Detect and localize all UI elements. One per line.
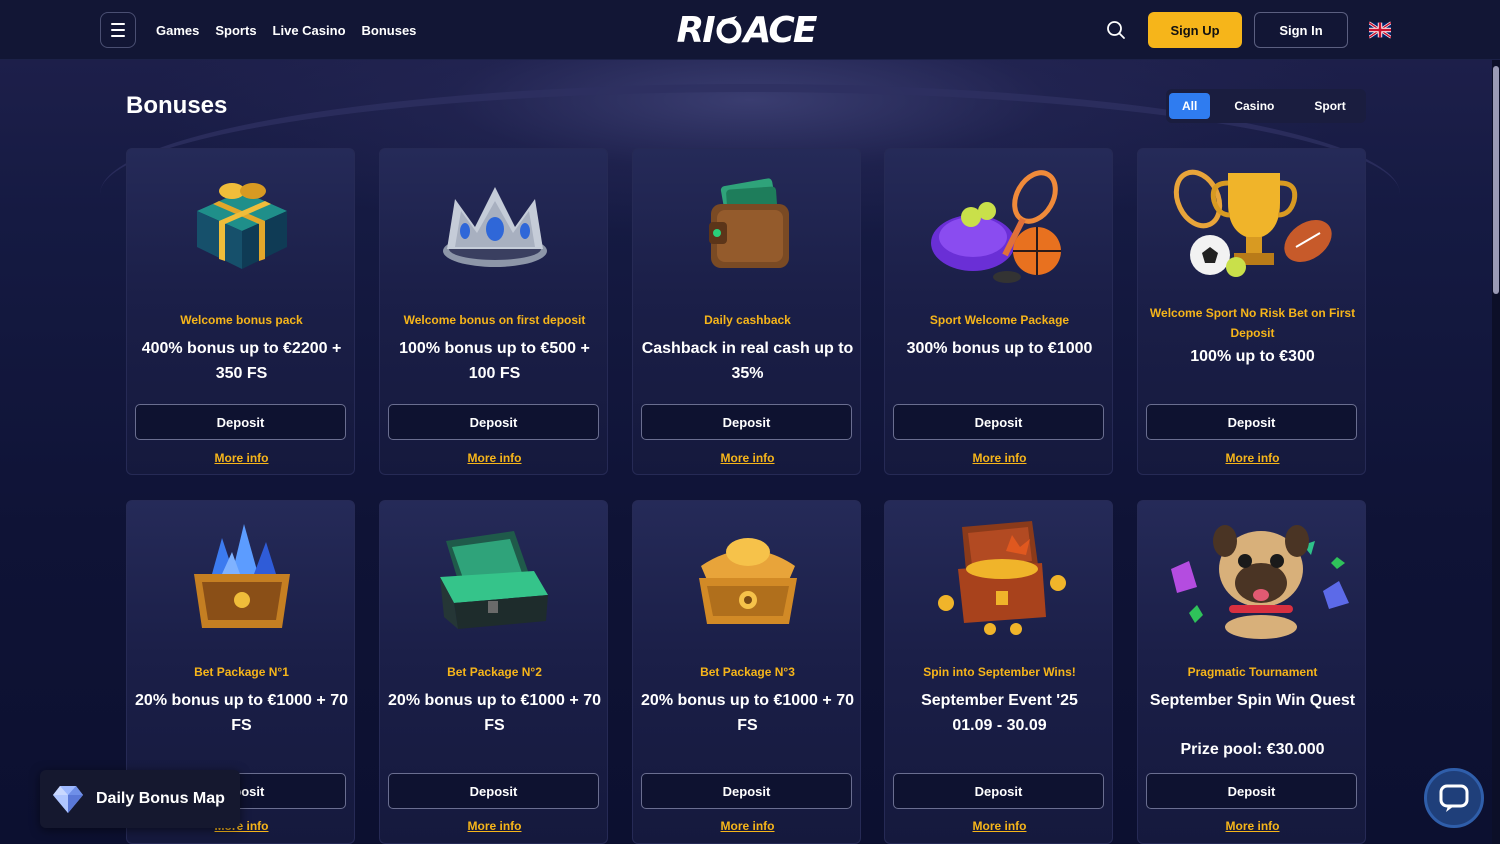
bonus-subtitle: Daily cashback [704, 313, 791, 327]
deposit-button[interactable]: Deposit [388, 404, 599, 440]
pug-icon [1138, 501, 1365, 651]
site-logo[interactable]: RI ACE [676, 8, 818, 52]
bonus-card: Daily cashback Cashback in real cash up … [632, 148, 861, 475]
more-info-link[interactable]: More info [380, 451, 607, 465]
bonus-subtitle: Welcome bonus on first deposit [403, 313, 586, 327]
bonus-subtitle: Pragmatic Tournament [1187, 665, 1318, 679]
menu-bar [111, 29, 125, 31]
page-scrollbar[interactable] [1492, 60, 1500, 844]
more-info-link[interactable]: More info [633, 451, 860, 465]
bonus-filter-tabs: All Casino Sport [1166, 89, 1366, 123]
bonus-title: 20% bonus up to €1000 + 70 FS [388, 692, 601, 734]
wallet-icon [633, 149, 860, 299]
bonus-card: Welcome Sport No Risk Bet on First Depos… [1137, 148, 1366, 475]
deposit-button[interactable]: Deposit [1146, 773, 1357, 809]
bonus-subtitle: Spin into September Wins! [923, 665, 1076, 679]
bonus-card: Sport Welcome Package 300% bonus up to €… [884, 148, 1113, 475]
more-info-link[interactable]: More info [885, 819, 1112, 833]
bonus-title: 20% bonus up to €1000 + 70 FS [641, 692, 854, 734]
menu-bar [111, 35, 125, 37]
bonus-card: Spin into September Wins! September Even… [884, 500, 1113, 844]
scrollbar-thumb[interactable] [1493, 66, 1499, 294]
bonus-title: Cashback in real cash up to 35% [641, 340, 854, 382]
chat-icon [1439, 784, 1469, 812]
diamond-icon [53, 786, 83, 813]
daily-bonus-map-widget[interactable]: Daily Bonus Map [40, 770, 240, 828]
bonus-subtitle: Bet Package N°1 [194, 665, 289, 679]
menu-bar [111, 23, 125, 25]
bonus-title: 100% bonus up to €500 + 100 FS [399, 340, 590, 382]
sign-in-button[interactable]: Sign In [1254, 12, 1348, 48]
nav-live-casino[interactable]: Live Casino [273, 23, 346, 38]
sign-up-button[interactable]: Sign Up [1148, 12, 1242, 48]
deposit-button[interactable]: Deposit [641, 773, 852, 809]
live-chat-button[interactable] [1424, 768, 1484, 828]
more-info-link[interactable]: More info [885, 451, 1112, 465]
deposit-button[interactable]: Deposit [641, 404, 852, 440]
bonus-title: September Event '25 [921, 692, 1078, 709]
bonus-card: Welcome bonus on first deposit 100% bonu… [379, 148, 608, 475]
more-info-link[interactable]: More info [1138, 819, 1365, 833]
crown-icon [380, 149, 607, 299]
tab-all[interactable]: All [1169, 93, 1211, 119]
crystal-chest-icon [127, 501, 354, 651]
top-header: Games Sports Live Casino Bonuses RI ACE … [0, 0, 1500, 60]
logo-text-right: ACE [743, 9, 818, 51]
page-title: Bonuses [126, 92, 228, 119]
bonus-title: 300% bonus up to €1000 [906, 340, 1093, 357]
logo-swirl-icon [716, 16, 742, 44]
deposit-button[interactable]: Deposit [1146, 404, 1357, 440]
more-info-link[interactable]: More info [127, 451, 354, 465]
search-icon[interactable] [1106, 20, 1126, 40]
bonus-card: Bet Package N°3 20% bonus up to €1000 + … [632, 500, 861, 844]
hamburger-menu-button[interactable] [100, 12, 136, 48]
bonus-card: Pragmatic Tournament September Spin Win … [1137, 500, 1366, 844]
uk-flag-icon[interactable] [1369, 20, 1391, 40]
bonus-subtitle: Welcome Sport No Risk Bet on First Depos… [1149, 306, 1356, 340]
deposit-button[interactable]: Deposit [135, 404, 346, 440]
logo-text-left: RI [676, 9, 716, 51]
bonus-title: 400% bonus up to €2200 + 350 FS [141, 340, 342, 382]
treasure-chest-icon [885, 501, 1112, 651]
bonus-dates: 01.09 - 30.09 [952, 717, 1047, 734]
bonus-subtitle: Sport Welcome Package [929, 313, 1070, 327]
deposit-button[interactable]: Deposit [893, 404, 1104, 440]
tab-sport[interactable]: Sport [1298, 93, 1361, 119]
bonus-subtitle: Bet Package N°3 [700, 665, 795, 679]
bonus-title: 100% up to €300 [1190, 348, 1315, 365]
bonus-card: Bet Package N°2 20% bonus up to €1000 + … [379, 500, 608, 844]
bonus-title: September Spin Win Quest [1149, 692, 1356, 709]
bonus-card: Welcome bonus pack 400% bonus up to €220… [126, 148, 355, 475]
bonus-subtitle: Bet Package N°2 [447, 665, 542, 679]
money-chest-icon [380, 501, 607, 651]
bonus-map-label: Daily Bonus Map [96, 790, 225, 807]
deposit-button[interactable]: Deposit [388, 773, 599, 809]
bonus-subtitle: Welcome bonus pack [180, 313, 303, 327]
more-info-link[interactable]: More info [380, 819, 607, 833]
tab-casino[interactable]: Casino [1214, 93, 1294, 119]
deposit-button[interactable]: Deposit [893, 773, 1104, 809]
trophy-icon [1138, 149, 1365, 299]
nav-bonuses[interactable]: Bonuses [362, 23, 417, 38]
gift-box-icon [127, 149, 354, 299]
more-info-link[interactable]: More info [633, 819, 860, 833]
main-nav: Games Sports Live Casino Bonuses [156, 0, 416, 60]
sports-bag-icon [885, 149, 1112, 299]
nav-games[interactable]: Games [156, 23, 199, 38]
prize-pool: Prize pool: €30.000 [1180, 741, 1325, 758]
more-info-link[interactable]: More info [1138, 451, 1365, 465]
bonus-title: 20% bonus up to €1000 + 70 FS [135, 692, 348, 734]
nav-sports[interactable]: Sports [215, 23, 256, 38]
gold-chest-icon [633, 501, 860, 651]
